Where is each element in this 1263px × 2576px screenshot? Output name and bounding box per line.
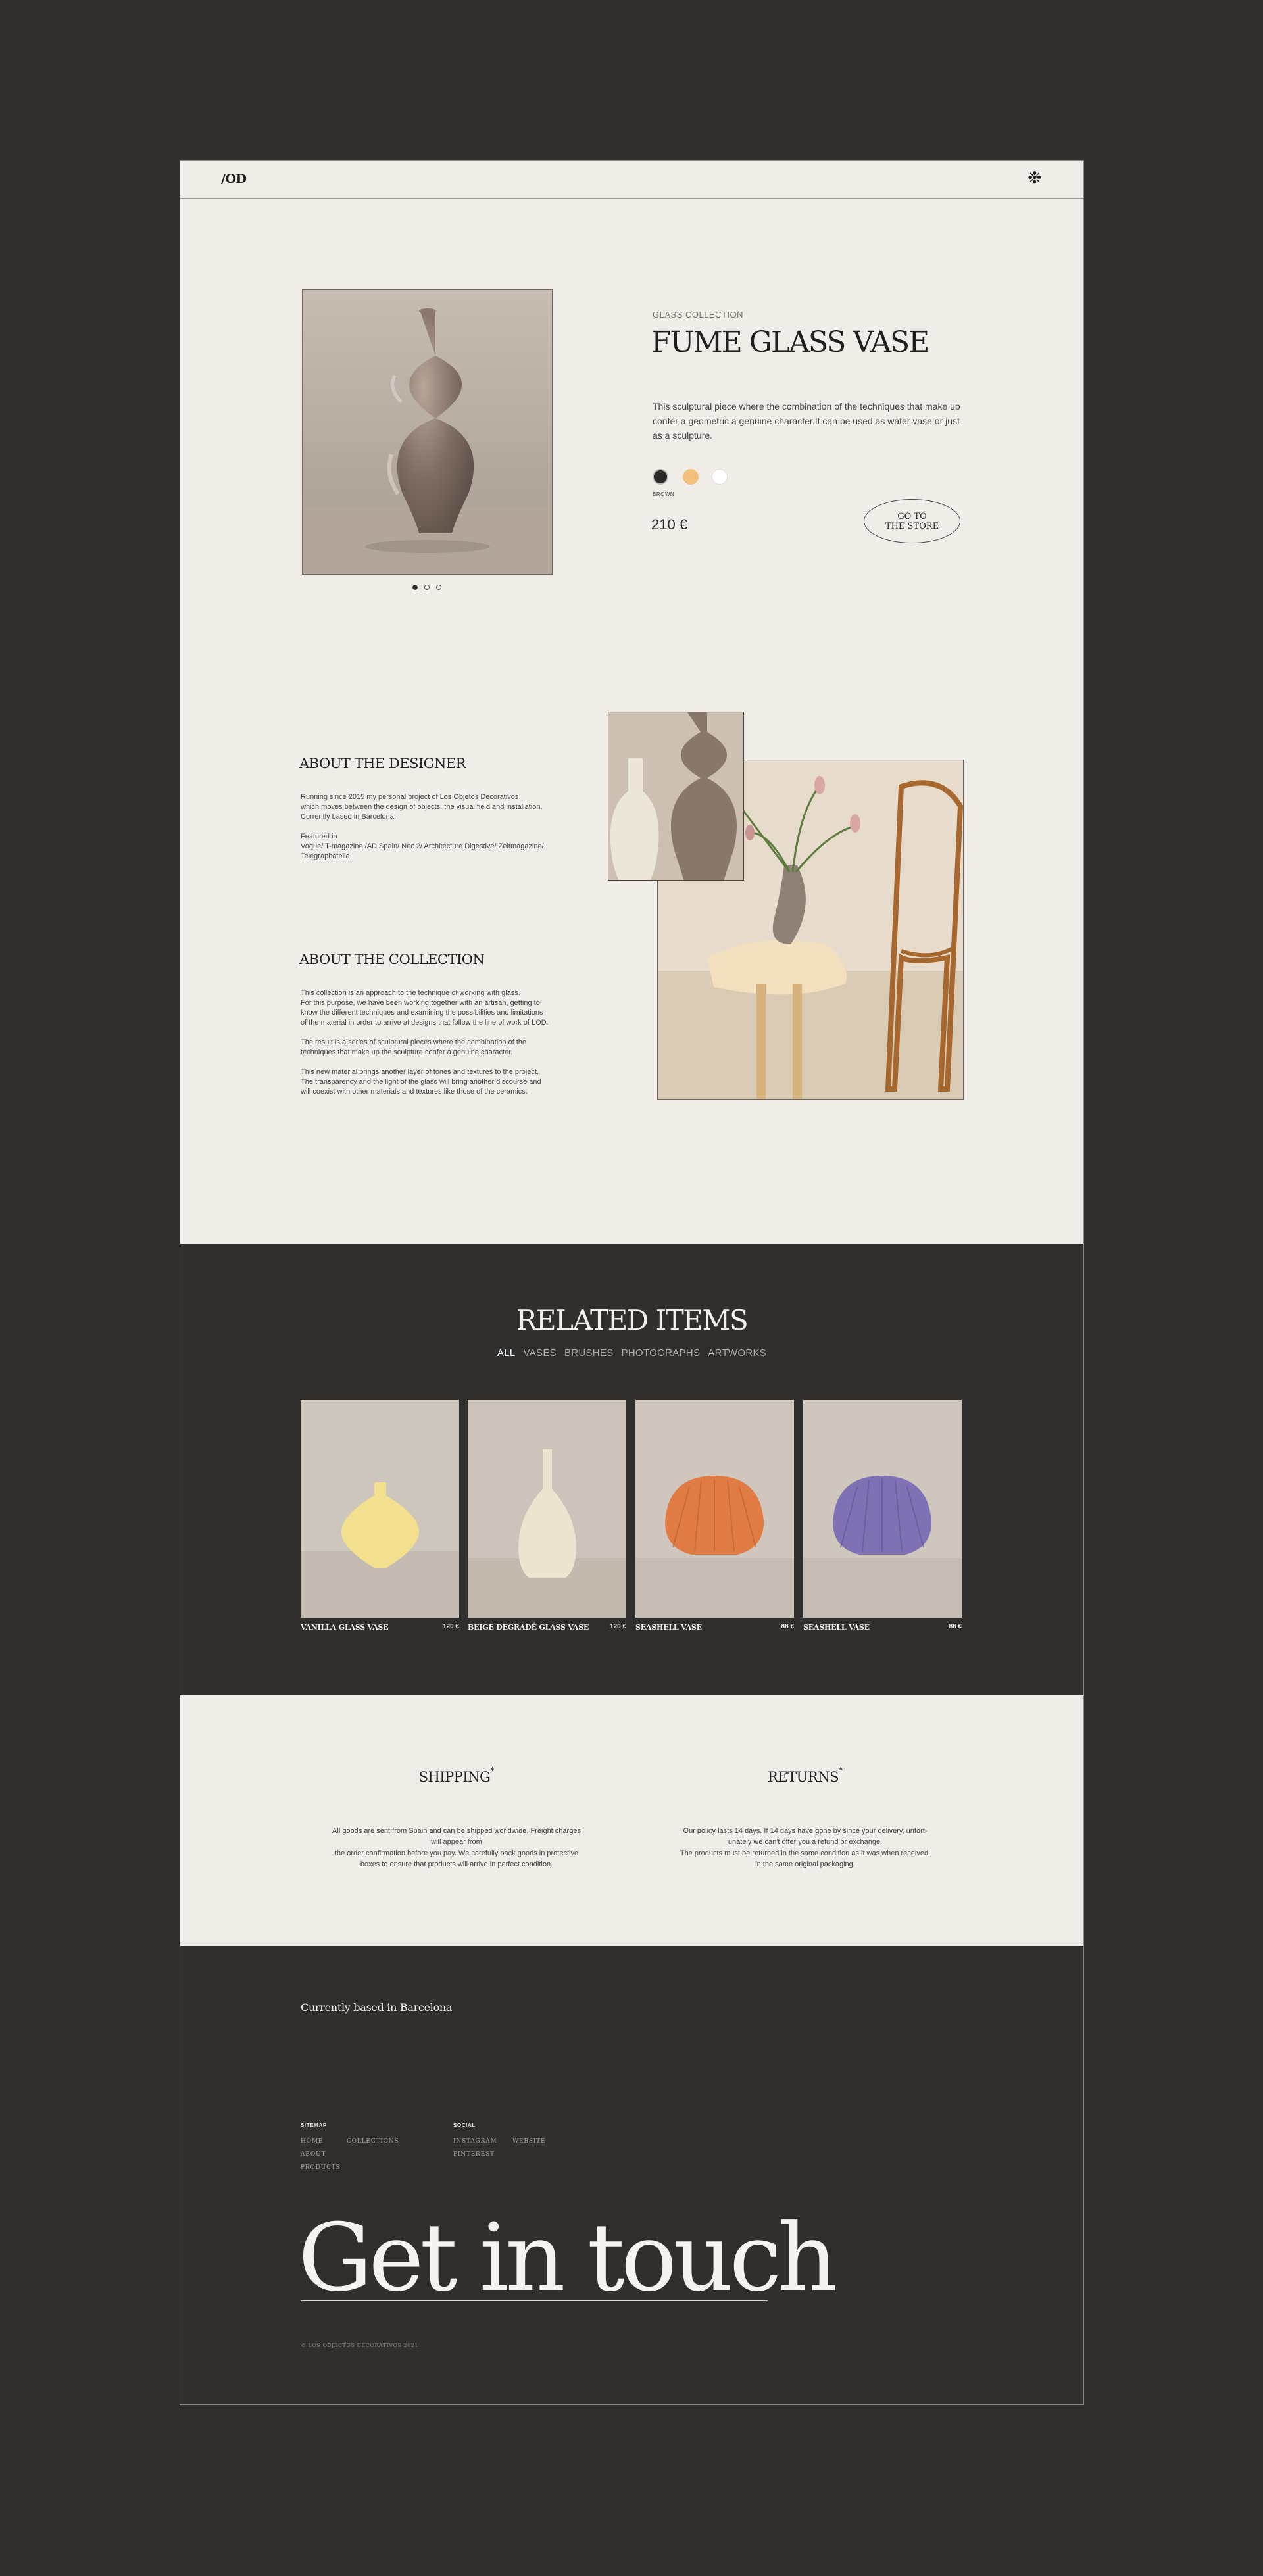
- color-swatch-amber[interactable]: [683, 469, 699, 485]
- product-price: 210 €: [651, 516, 688, 533]
- product-card-image: [301, 1400, 459, 1618]
- product-card-image: [468, 1400, 626, 1618]
- logo[interactable]: /OD: [221, 172, 247, 186]
- copyright: © LOS OBJECTOS DECORATIVOS 2021: [301, 2343, 418, 2348]
- footer-link-instagram[interactable]: INSTAGRAM: [453, 2138, 497, 2145]
- cta-underline: [301, 2300, 768, 2301]
- social-title: SOCIAL: [453, 2122, 476, 2128]
- shipping-text: All goods are sent from Spain and can be…: [332, 1827, 581, 1868]
- color-swatch-white[interactable]: [712, 469, 728, 485]
- footer-link-collections[interactable]: COLLECTIONS: [347, 2138, 399, 2145]
- sitemap-title: SITEMAP: [301, 2122, 327, 2128]
- product-image: [302, 289, 553, 575]
- get-in-touch-link[interactable]: Get in touch: [298, 2206, 838, 2311]
- product-card[interactable]: BEIGE DEGRADÉ GLASS VASE 120 €: [468, 1400, 626, 1632]
- shipping-title: SHIPPING*: [391, 1766, 522, 1785]
- collection-label: GLASS COLLECTION: [653, 310, 744, 320]
- product-card-image: [635, 1400, 794, 1618]
- footer-link-pinterest[interactable]: PINTEREST: [453, 2151, 495, 2158]
- filter-photographs[interactable]: PHOTOGRAPHS: [622, 1348, 701, 1359]
- filter-artworks[interactable]: ARTWORKS: [708, 1348, 766, 1359]
- shipping-title-text: SHIPPING: [418, 1769, 491, 1785]
- returns-title-text: RETURNS: [768, 1769, 839, 1785]
- carousel-dots: [412, 585, 441, 590]
- about-designer-text: Running since 2015 my personal project o…: [301, 793, 544, 860]
- footer: Currently based in Barcelona SITEMAP HOM…: [180, 1946, 1083, 2404]
- product-card-image: [803, 1400, 962, 1618]
- product-card-name: VANILLA GLASS VASE: [301, 1623, 389, 1632]
- footer-location: Currently based in Barcelona: [301, 2001, 453, 2014]
- product-card[interactable]: SEASHELL VASE 88 €: [803, 1400, 962, 1632]
- footer-link-website[interactable]: WEBSITE: [512, 2138, 545, 2145]
- about-designer-title: ABOUT THE DESIGNER: [299, 756, 466, 771]
- shipping-mark: *: [490, 1766, 495, 1776]
- related-items-title: RELATED ITEMS: [516, 1304, 749, 1336]
- filter-all[interactable]: ALL: [497, 1348, 516, 1359]
- footer-link-about[interactable]: ABOUT: [301, 2151, 326, 2158]
- returns-mark: *: [838, 1766, 843, 1776]
- detail-photo: [608, 712, 744, 881]
- site-header: /OD ❉: [180, 161, 1083, 199]
- filter-brushes[interactable]: BRUSHES: [564, 1348, 614, 1359]
- product-card-name: SEASHELL VASE: [803, 1623, 870, 1632]
- carousel-dot[interactable]: [436, 585, 441, 590]
- product-card[interactable]: VANILLA GLASS VASE 120 €: [301, 1400, 459, 1632]
- category-filters: ALL VASES BRUSHES PHOTOGRAPHS ARTWORKS: [180, 1348, 1083, 1359]
- carousel-dot[interactable]: [424, 585, 430, 590]
- product-title: FUME GLASS VASE: [651, 326, 929, 359]
- returns-text: Our policy lasts 14 days. If 14 days hav…: [680, 1827, 931, 1868]
- related-items-section: RELATED ITEMS ALL VASES BRUSHES PHOTOGRA…: [180, 1244, 1083, 1695]
- footer-link-products[interactable]: PRODUCTS: [301, 2164, 340, 2171]
- go-to-store-button[interactable]: GO TO THE STORE: [864, 499, 960, 543]
- product-card-price: 88 €: [781, 1623, 794, 1630]
- product-card-name: BEIGE DEGRADÉ GLASS VASE: [468, 1623, 589, 1632]
- product-card-price: 120 €: [609, 1623, 626, 1630]
- product-card-name: SEASHELL VASE: [635, 1623, 702, 1632]
- filter-vases[interactable]: VASES: [524, 1348, 557, 1359]
- returns-title: RETURNS*: [739, 1766, 871, 1785]
- selected-color-label: BROWN: [653, 491, 675, 497]
- product-card[interactable]: SEASHELL VASE 88 €: [635, 1400, 794, 1632]
- product-description: This sculptural piece where the combinat…: [653, 401, 960, 441]
- page-frame: /OD ❉ GLASS COLLECTION FUME GLASS VASE T…: [180, 160, 1084, 2405]
- asterisk-icon[interactable]: ❉: [1028, 168, 1042, 188]
- product-card-price: 120 €: [442, 1623, 459, 1630]
- product-section: /OD ❉ GLASS COLLECTION FUME GLASS VASE T…: [180, 161, 1083, 1244]
- about-collection-title: ABOUT THE COLLECTION: [299, 952, 485, 967]
- product-card-price: 88 €: [949, 1623, 962, 1630]
- footer-link-home[interactable]: HOME: [301, 2138, 323, 2145]
- shipping-returns-section: SHIPPING* All goods are sent from Spain …: [180, 1695, 1083, 1946]
- about-collection-text: This collection is an approach to the te…: [301, 989, 549, 1096]
- color-swatch-brown[interactable]: [653, 469, 668, 485]
- carousel-dot[interactable]: [412, 585, 418, 590]
